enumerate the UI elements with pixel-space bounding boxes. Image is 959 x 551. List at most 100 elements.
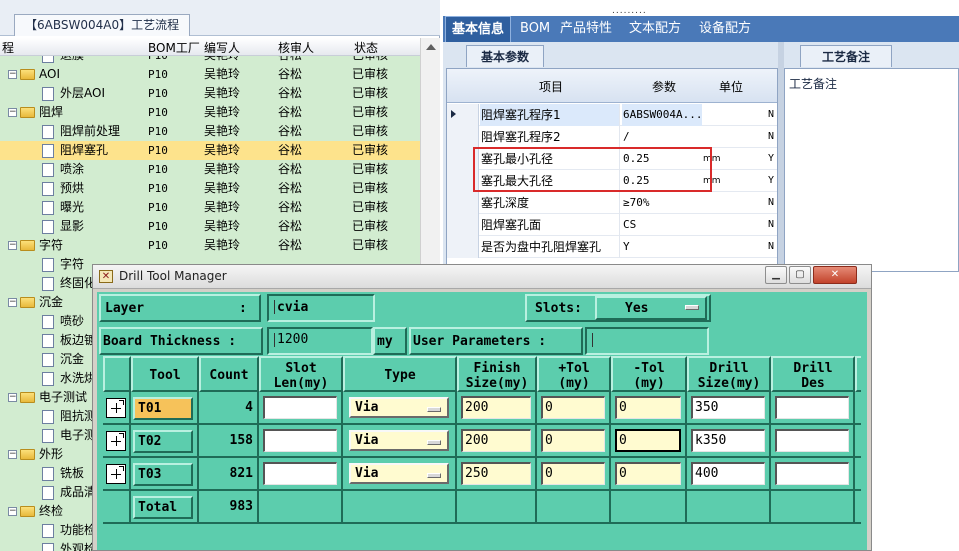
tree-item[interactable]: − 终检: [8, 502, 63, 521]
thickness-field[interactable]: 1200: [267, 327, 373, 355]
param-row[interactable]: 是否为盘中孔阻焊塞孔 Y N: [447, 236, 777, 258]
col-header-minus-tol[interactable]: -Tol (my): [611, 356, 687, 392]
collapse-toggle-icon[interactable]: −: [8, 450, 17, 459]
col-header-param[interactable]: 参数: [652, 78, 676, 95]
drill-des-input[interactable]: [775, 429, 849, 452]
plus-tol-input[interactable]: 0: [541, 396, 605, 419]
tree-item[interactable]: − 字符: [8, 236, 63, 255]
tree-item[interactable]: − 外形: [8, 445, 63, 464]
col-header-plus-tol[interactable]: +Tol (my): [537, 356, 611, 392]
param-row[interactable]: 阻焊塞孔程序1 6ABSW004A... N: [447, 104, 777, 126]
collapse-toggle-icon[interactable]: −: [8, 70, 17, 79]
maximize-button[interactable]: ▢: [789, 266, 811, 284]
tree-item[interactable]: 水洗烘: [42, 369, 96, 388]
param-value[interactable]: 6ABSW004A...: [622, 104, 702, 126]
plus-tol-input[interactable]: 0: [541, 429, 605, 452]
tree-item[interactable]: 阻抗测: [42, 407, 96, 426]
minus-tol-input[interactable]: 0: [615, 462, 681, 485]
tree-item[interactable]: − 电子测试: [8, 388, 87, 407]
tree-item[interactable]: 阻焊塞孔: [42, 141, 108, 160]
tab-bom[interactable]: BOM: [514, 16, 556, 42]
type-select[interactable]: Via: [349, 397, 449, 418]
close-button[interactable]: ✕: [813, 266, 857, 284]
tree-header-writer[interactable]: 编写人: [204, 39, 240, 56]
type-select[interactable]: Via: [349, 463, 449, 484]
drill-des-input[interactable]: [775, 396, 849, 419]
tab-process-notes[interactable]: 工艺备注: [800, 45, 892, 67]
tree-item[interactable]: 电子测: [42, 426, 96, 445]
expand-tool-icon[interactable]: [106, 464, 126, 484]
collapse-toggle-icon[interactable]: −: [8, 507, 17, 516]
finish-size-input[interactable]: 200: [461, 396, 531, 419]
tree-item[interactable]: 铣板: [42, 464, 84, 483]
tree-item[interactable]: 成品清: [42, 483, 96, 502]
tree-row[interactable]: 曝光 P10 吴艳玲 谷松 已审核: [0, 198, 420, 217]
tree-row[interactable]: − 阻焊 P10 吴艳玲 谷松 已审核: [0, 103, 420, 122]
param-row[interactable]: 阻焊塞孔程序2/ N: [447, 126, 777, 148]
tab-product-features[interactable]: 产品特性: [554, 16, 618, 42]
tree-item[interactable]: − 沉金: [8, 293, 63, 312]
tree-item[interactable]: 曝光: [42, 198, 84, 217]
param-value[interactable]: Y: [622, 236, 702, 258]
col-header-drill-size[interactable]: Drill Size(my): [687, 356, 771, 392]
col-header-slot-len[interactable]: Slot Len(my): [259, 356, 343, 392]
tree-row[interactable]: 退膜 P10 吴艳玲 谷松 已审核: [0, 56, 420, 65]
col-header-unit[interactable]: 单位: [719, 78, 743, 95]
col-header-type[interactable]: Type: [343, 356, 457, 392]
minimize-button[interactable]: ▁: [765, 266, 787, 284]
process-flow-tab[interactable]: 【6ABSW004A0】工艺流程: [14, 14, 191, 36]
tool-button[interactable]: T01: [133, 397, 193, 420]
tree-item[interactable]: 显影: [42, 217, 84, 236]
tree-item[interactable]: 预烘: [42, 179, 84, 198]
tree-row[interactable]: − AOI P10 吴艳玲 谷松 已审核: [0, 65, 420, 84]
tool-button[interactable]: T03: [133, 463, 193, 486]
tree-item[interactable]: 沉金: [42, 350, 84, 369]
collapse-toggle-icon[interactable]: −: [8, 241, 17, 250]
finish-size-input[interactable]: 250: [461, 462, 531, 485]
scroll-up-arrow-icon[interactable]: [426, 44, 436, 50]
collapse-toggle-icon[interactable]: −: [8, 298, 17, 307]
tab-basic-params[interactable]: 基本参数: [466, 45, 544, 67]
tab-text-recipe[interactable]: 文本配方: [623, 16, 687, 42]
tree-item[interactable]: 阻焊前处理: [42, 122, 120, 141]
col-header-drill-des[interactable]: Drill Des: [771, 356, 855, 392]
tree-header-reviewer[interactable]: 核审人: [278, 39, 314, 56]
tree-item[interactable]: 喷涂: [42, 160, 84, 179]
slots-select[interactable]: Yes: [595, 296, 707, 320]
tree-row[interactable]: 阻焊塞孔 P10 吴艳玲 谷松 已审核: [0, 141, 420, 160]
drill-size-input[interactable]: 400: [691, 462, 765, 485]
col-header-item[interactable]: 项目: [539, 78, 563, 95]
param-row[interactable]: 阻焊塞孔面 CS N: [447, 214, 777, 236]
tree-item[interactable]: − AOI: [8, 65, 60, 84]
drill-des-input[interactable]: [775, 462, 849, 485]
type-select[interactable]: Via: [349, 430, 449, 451]
layer-field[interactable]: cvia: [267, 294, 375, 322]
tab-equipment-recipe[interactable]: 设备配方: [693, 16, 757, 42]
collapse-toggle-icon[interactable]: −: [8, 108, 17, 117]
minus-tol-input[interactable]: 0: [615, 429, 681, 452]
tree-item[interactable]: 终固化: [42, 274, 96, 293]
param-value[interactable]: ≥70%: [622, 192, 702, 214]
finish-size-input[interactable]: 200: [461, 429, 531, 452]
tree-header-bom[interactable]: BOM工厂: [148, 39, 200, 56]
tree-item[interactable]: 外观检: [42, 540, 96, 551]
tree-item[interactable]: 字符: [42, 255, 84, 274]
param-row[interactable]: 塞孔深度 ≥70% N: [447, 192, 777, 214]
tree-row[interactable]: 显影 P10 吴艳玲 谷松 已审核: [0, 217, 420, 236]
tree-row[interactable]: 预烘 P10 吴艳玲 谷松 已审核: [0, 179, 420, 198]
expand-tool-icon[interactable]: [106, 398, 126, 418]
col-header-count[interactable]: Count: [199, 356, 259, 392]
tree-item[interactable]: − 阻焊: [8, 103, 63, 122]
tree-row[interactable]: 喷涂 P10 吴艳玲 谷松 已审核: [0, 160, 420, 179]
param-value[interactable]: /: [622, 126, 702, 148]
slot-len-input[interactable]: [263, 462, 337, 485]
drill-size-input[interactable]: k350: [691, 429, 765, 452]
drill-size-input[interactable]: 350: [691, 396, 765, 419]
slot-len-input[interactable]: [263, 396, 337, 419]
col-header-finish-size[interactable]: Finish Size(my): [457, 356, 537, 392]
tree-item[interactable]: 板边镀: [42, 331, 96, 350]
tree-item[interactable]: 退膜: [42, 56, 84, 65]
tree-row[interactable]: 阻焊前处理 P10 吴艳玲 谷松 已审核: [0, 122, 420, 141]
tree-item[interactable]: 外层AOI: [42, 84, 105, 103]
splitter-grip-icon[interactable]: .........: [612, 6, 647, 16]
